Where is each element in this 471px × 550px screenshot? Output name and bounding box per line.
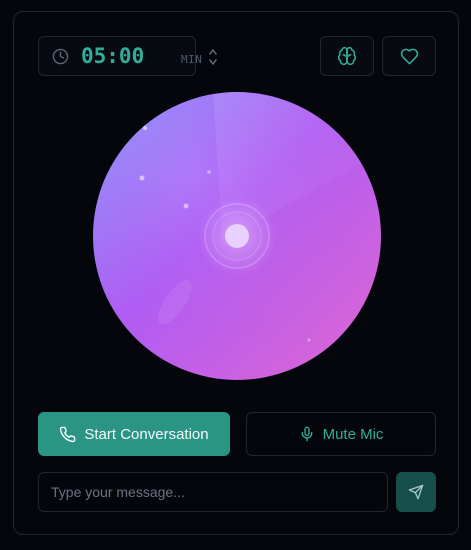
chevron-up-down-icon[interactable] <box>208 46 218 68</box>
timer-unit: MIN <box>181 53 203 66</box>
heart-button[interactable] <box>382 36 436 76</box>
send-button[interactable] <box>396 472 436 512</box>
brain-button[interactable] <box>320 36 374 76</box>
timer-value: 05:00 <box>81 44 145 68</box>
start-conversation-button[interactable]: Start Conversation <box>38 412 230 456</box>
send-icon <box>408 484 424 500</box>
message-input[interactable] <box>38 472 388 512</box>
voice-orb-visualizer <box>93 92 381 380</box>
brain-icon <box>337 46 357 66</box>
mute-mic-button[interactable]: Mute Mic <box>246 412 436 456</box>
clock-icon <box>52 48 69 65</box>
mute-mic-label: Mute Mic <box>322 425 384 443</box>
heart-icon <box>400 48 418 64</box>
session-timer[interactable]: 05:00 MIN <box>38 36 217 76</box>
phone-icon <box>60 426 76 442</box>
start-conversation-label: Start Conversation <box>84 425 209 443</box>
mic-icon <box>301 426 312 442</box>
